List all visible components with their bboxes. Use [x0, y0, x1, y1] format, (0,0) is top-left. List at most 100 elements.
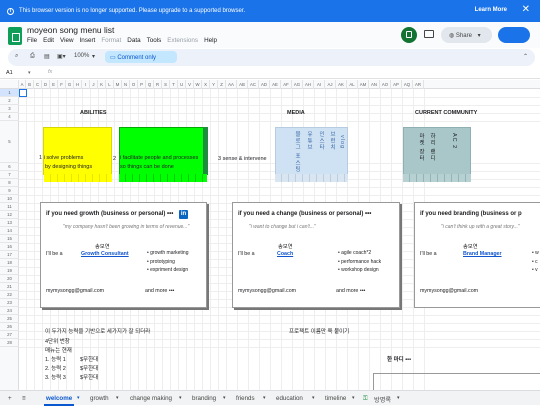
- column-header[interactable]: AA: [226, 80, 237, 89]
- paste-icon[interactable]: ▣▾: [57, 53, 66, 60]
- branding-card[interactable]: if you need branding (business or p "i c…: [414, 202, 540, 308]
- column-header[interactable]: A: [19, 80, 26, 89]
- tab-guestbook[interactable]: 방명록: [374, 395, 391, 404]
- column-header[interactable]: AR: [413, 80, 424, 89]
- card-role-link[interactable]: Brand Manager: [463, 251, 502, 257]
- row-header[interactable]: 27: [0, 331, 19, 339]
- select-all-corner[interactable]: [0, 80, 19, 89]
- row-header[interactable]: 16: [0, 243, 19, 251]
- menu-format[interactable]: Format: [101, 37, 121, 44]
- learn-more-link[interactable]: Learn More: [475, 7, 507, 13]
- menu-edit[interactable]: Edit: [43, 37, 54, 44]
- column-header[interactable]: AH: [303, 80, 314, 89]
- document-title[interactable]: moyeon song menu list: [27, 25, 114, 35]
- column-header[interactable]: U: [178, 80, 186, 89]
- change-card[interactable]: if you need a change (business or person…: [232, 202, 400, 308]
- tab-education[interactable]: education: [276, 395, 303, 402]
- add-sheet-icon[interactable]: +: [8, 395, 12, 402]
- column-header[interactable]: G: [66, 80, 74, 89]
- tab-welcome-chevron-icon[interactable]: ▾: [77, 395, 80, 401]
- card-role-link[interactable]: Growth Consultant: [81, 251, 129, 257]
- zoom-select[interactable]: 100%: [74, 53, 89, 59]
- tab-friends[interactable]: friends: [236, 395, 255, 402]
- menu-data[interactable]: Data: [127, 37, 140, 44]
- sheets-logo-icon[interactable]: [8, 27, 22, 45]
- row-header[interactable]: 13: [0, 219, 19, 227]
- menu-view[interactable]: View: [60, 37, 74, 44]
- selected-cell[interactable]: [19, 89, 27, 97]
- column-header[interactable]: AN: [369, 80, 380, 89]
- row-header[interactable]: 8: [0, 179, 19, 187]
- row-header[interactable]: 2: [0, 97, 19, 105]
- row-header[interactable]: 23: [0, 299, 19, 307]
- column-header[interactable]: I: [82, 80, 90, 89]
- tab-welcome[interactable]: welcome: [44, 395, 75, 406]
- column-header[interactable]: Q: [146, 80, 154, 89]
- column-header[interactable]: AB: [237, 80, 248, 89]
- row-header[interactable]: 4: [0, 113, 19, 121]
- name-box[interactable]: A1: [6, 70, 13, 76]
- column-header[interactable]: AP: [391, 80, 402, 89]
- tab-change-making[interactable]: change making: [130, 395, 172, 402]
- card-role-link[interactable]: Coach: [277, 251, 293, 257]
- linkedin-icon[interactable]: in: [179, 210, 188, 219]
- menu-extensions[interactable]: Extensions: [167, 37, 198, 44]
- column-header[interactable]: K: [98, 80, 106, 89]
- tab-guestbook-chevron-icon[interactable]: ▾: [397, 395, 400, 401]
- row-header[interactable]: 7: [0, 171, 19, 179]
- column-header[interactable]: S: [162, 80, 170, 89]
- share-button[interactable]: ◍ Share ▾: [441, 27, 492, 43]
- column-header[interactable]: AF: [281, 80, 292, 89]
- tab-change-making-chevron-icon[interactable]: ▾: [179, 395, 182, 401]
- row-header[interactable]: 10: [0, 195, 19, 203]
- menu-tools[interactable]: Tools: [147, 37, 162, 44]
- tab-growth[interactable]: growth: [90, 395, 109, 402]
- row-header[interactable]: 17: [0, 251, 19, 259]
- paint-format-icon[interactable]: ▤: [44, 53, 50, 60]
- column-header[interactable]: H: [74, 80, 82, 89]
- row-header[interactable]: 21: [0, 283, 19, 291]
- row-header[interactable]: 15: [0, 235, 19, 243]
- growth-card[interactable]: if you need growth (business or personal…: [40, 202, 207, 308]
- row-header[interactable]: 14: [0, 227, 19, 235]
- column-header[interactable]: AK: [336, 80, 347, 89]
- menu-file[interactable]: File: [27, 37, 37, 44]
- column-header[interactable]: Z: [218, 80, 226, 89]
- tab-branding[interactable]: branding: [192, 395, 216, 402]
- community-cell[interactable]: [403, 127, 471, 175]
- column-header[interactable]: C: [34, 80, 42, 89]
- tab-education-chevron-icon[interactable]: ▾: [312, 395, 315, 401]
- column-header[interactable]: L: [106, 80, 114, 89]
- comment-only-button[interactable]: ▭ Comment only: [105, 51, 177, 63]
- row-header[interactable]: 24: [0, 307, 19, 315]
- row-header[interactable]: 9: [0, 187, 19, 195]
- menu-help[interactable]: Help: [204, 37, 217, 44]
- column-header[interactable]: AJ: [325, 80, 336, 89]
- column-header[interactable]: E: [50, 80, 58, 89]
- row-header[interactable]: 6: [0, 163, 19, 171]
- column-header[interactable]: T: [170, 80, 178, 89]
- column-header[interactable]: AM: [358, 80, 369, 89]
- column-header[interactable]: AO: [380, 80, 391, 89]
- row-header[interactable]: 3: [0, 105, 19, 113]
- tab-branding-chevron-icon[interactable]: ▾: [223, 395, 226, 401]
- search-icon[interactable]: ⌕: [15, 53, 18, 60]
- column-header[interactable]: O: [130, 80, 138, 89]
- tab-growth-chevron-icon[interactable]: ▾: [116, 395, 119, 401]
- column-header[interactable]: P: [138, 80, 146, 89]
- print-icon[interactable]: ⎙: [30, 53, 35, 60]
- column-header[interactable]: V: [186, 80, 194, 89]
- tab-timeline-chevron-icon[interactable]: ▾: [352, 395, 355, 401]
- column-header[interactable]: D: [42, 80, 50, 89]
- row-header[interactable]: 11: [0, 203, 19, 211]
- column-header[interactable]: AI: [314, 80, 325, 89]
- row-header[interactable]: 18: [0, 259, 19, 267]
- column-header[interactable]: M: [114, 80, 122, 89]
- row-header[interactable]: 5: [0, 121, 19, 163]
- account-button[interactable]: [498, 27, 530, 43]
- row-header[interactable]: 22: [0, 291, 19, 299]
- collapse-toolbar-icon[interactable]: ⌃: [523, 53, 528, 60]
- column-header[interactable]: W: [194, 80, 202, 89]
- column-header[interactable]: J: [90, 80, 98, 89]
- row-header[interactable]: 12: [0, 211, 19, 219]
